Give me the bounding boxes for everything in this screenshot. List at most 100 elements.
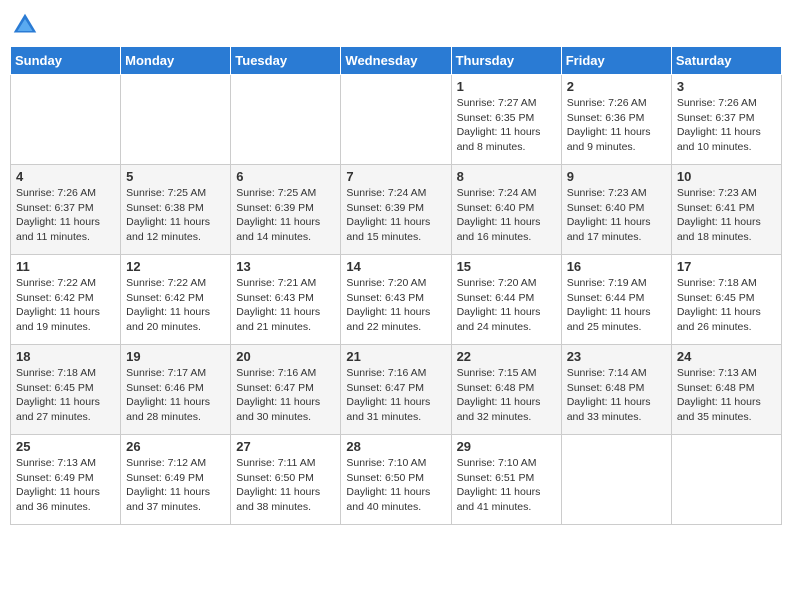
day-info: Sunrise: 7:25 AMSunset: 6:38 PMDaylight:… xyxy=(126,186,225,245)
day-info: Sunrise: 7:22 AMSunset: 6:42 PMDaylight:… xyxy=(126,276,225,335)
day-number: 18 xyxy=(16,349,115,364)
calendar-cell: 6 Sunrise: 7:25 AMSunset: 6:39 PMDaylight… xyxy=(231,165,341,255)
day-info: Sunrise: 7:23 AMSunset: 6:40 PMDaylight:… xyxy=(567,186,666,245)
calendar-cell: 28 Sunrise: 7:10 AMSunset: 6:50 PMDayligh… xyxy=(341,435,451,525)
calendar-cell: 9 Sunrise: 7:23 AMSunset: 6:40 PMDaylight… xyxy=(561,165,671,255)
calendar-table: SundayMondayTuesdayWednesdayThursdayFrid… xyxy=(10,46,782,525)
day-info: Sunrise: 7:10 AMSunset: 6:50 PMDaylight:… xyxy=(346,456,445,515)
calendar-cell: 18 Sunrise: 7:18 AMSunset: 6:45 PMDayligh… xyxy=(11,345,121,435)
day-info: Sunrise: 7:15 AMSunset: 6:48 PMDaylight:… xyxy=(457,366,556,425)
day-number: 7 xyxy=(346,169,445,184)
day-info: Sunrise: 7:20 AMSunset: 6:44 PMDaylight:… xyxy=(457,276,556,335)
calendar-cell: 15 Sunrise: 7:20 AMSunset: 6:44 PMDayligh… xyxy=(451,255,561,345)
day-info: Sunrise: 7:26 AMSunset: 6:36 PMDaylight:… xyxy=(567,96,666,155)
day-info: Sunrise: 7:11 AMSunset: 6:50 PMDaylight:… xyxy=(236,456,335,515)
calendar-cell: 25 Sunrise: 7:13 AMSunset: 6:49 PMDayligh… xyxy=(11,435,121,525)
calendar-cell: 13Sunrise: 7:21 AMSunset: 6:43 PMDayligh… xyxy=(231,255,341,345)
logo-icon xyxy=(10,10,40,40)
calendar-cell: 3 Sunrise: 7:26 AMSunset: 6:37 PMDaylight… xyxy=(671,75,781,165)
day-info: Sunrise: 7:22 AMSunset: 6:42 PMDaylight:… xyxy=(16,276,115,335)
calendar-cell: 27 Sunrise: 7:11 AMSunset: 6:50 PMDayligh… xyxy=(231,435,341,525)
day-number: 16 xyxy=(567,259,666,274)
calendar-week-row: 4 Sunrise: 7:26 AMSunset: 6:37 PMDaylight… xyxy=(11,165,782,255)
day-info: Sunrise: 7:16 AMSunset: 6:47 PMDaylight:… xyxy=(346,366,445,425)
calendar-cell: 22 Sunrise: 7:15 AMSunset: 6:48 PMDayligh… xyxy=(451,345,561,435)
day-number: 25 xyxy=(16,439,115,454)
day-number: 10 xyxy=(677,169,776,184)
calendar-cell: 8 Sunrise: 7:24 AMSunset: 6:40 PMDaylight… xyxy=(451,165,561,255)
calendar-cell: 26 Sunrise: 7:12 AMSunset: 6:49 PMDayligh… xyxy=(121,435,231,525)
day-info: Sunrise: 7:13 AMSunset: 6:49 PMDaylight:… xyxy=(16,456,115,515)
logo xyxy=(10,10,44,40)
calendar-cell: 10 Sunrise: 7:23 AMSunset: 6:41 PMDayligh… xyxy=(671,165,781,255)
day-number: 27 xyxy=(236,439,335,454)
day-info: Sunrise: 7:25 AMSunset: 6:39 PMDaylight:… xyxy=(236,186,335,245)
day-info: Sunrise: 7:18 AMSunset: 6:45 PMDaylight:… xyxy=(16,366,115,425)
calendar-cell: 20Sunrise: 7:16 AMSunset: 6:47 PMDayligh… xyxy=(231,345,341,435)
weekday-header-row: SundayMondayTuesdayWednesdayThursdayFrid… xyxy=(11,47,782,75)
day-info: Sunrise: 7:26 AMSunset: 6:37 PMDaylight:… xyxy=(16,186,115,245)
day-info: Sunrise: 7:20 AMSunset: 6:43 PMDaylight:… xyxy=(346,276,445,335)
day-number: 4 xyxy=(16,169,115,184)
day-number: 22 xyxy=(457,349,556,364)
day-number: 14 xyxy=(346,259,445,274)
calendar-cell: 16 Sunrise: 7:19 AMSunset: 6:44 PMDayligh… xyxy=(561,255,671,345)
calendar-cell xyxy=(561,435,671,525)
day-info: Sunrise: 7:24 AMSunset: 6:40 PMDaylight:… xyxy=(457,186,556,245)
calendar-cell: 23 Sunrise: 7:14 AMSunset: 6:48 PMDayligh… xyxy=(561,345,671,435)
day-info: Sunrise: 7:19 AMSunset: 6:44 PMDaylight:… xyxy=(567,276,666,335)
day-number: 3 xyxy=(677,79,776,94)
day-number: 1 xyxy=(457,79,556,94)
calendar-cell: 24 Sunrise: 7:13 AMSunset: 6:48 PMDayligh… xyxy=(671,345,781,435)
day-number: 20 xyxy=(236,349,335,364)
weekday-header: Friday xyxy=(561,47,671,75)
day-number: 19 xyxy=(126,349,225,364)
calendar-cell: 19 Sunrise: 7:17 AMSunset: 6:46 PMDayligh… xyxy=(121,345,231,435)
calendar-cell xyxy=(341,75,451,165)
day-info: Sunrise: 7:26 AMSunset: 6:37 PMDaylight:… xyxy=(677,96,776,155)
calendar-cell: 11 Sunrise: 7:22 AMSunset: 6:42 PMDayligh… xyxy=(11,255,121,345)
page-header xyxy=(10,10,782,40)
weekday-header: Tuesday xyxy=(231,47,341,75)
calendar-cell: 4 Sunrise: 7:26 AMSunset: 6:37 PMDaylight… xyxy=(11,165,121,255)
day-number: 13 xyxy=(236,259,335,274)
calendar-cell xyxy=(121,75,231,165)
weekday-header: Wednesday xyxy=(341,47,451,75)
day-number: 15 xyxy=(457,259,556,274)
calendar-cell xyxy=(671,435,781,525)
weekday-header: Saturday xyxy=(671,47,781,75)
weekday-header: Monday xyxy=(121,47,231,75)
day-number: 9 xyxy=(567,169,666,184)
day-info: Sunrise: 7:17 AMSunset: 6:46 PMDaylight:… xyxy=(126,366,225,425)
calendar-cell xyxy=(231,75,341,165)
calendar-cell xyxy=(11,75,121,165)
calendar-cell: 1Sunrise: 7:27 AMSunset: 6:35 PMDaylight… xyxy=(451,75,561,165)
day-number: 6 xyxy=(236,169,335,184)
day-number: 26 xyxy=(126,439,225,454)
calendar-week-row: 1Sunrise: 7:27 AMSunset: 6:35 PMDaylight… xyxy=(11,75,782,165)
calendar-week-row: 11 Sunrise: 7:22 AMSunset: 6:42 PMDayligh… xyxy=(11,255,782,345)
day-info: Sunrise: 7:13 AMSunset: 6:48 PMDaylight:… xyxy=(677,366,776,425)
day-number: 12 xyxy=(126,259,225,274)
day-number: 29 xyxy=(457,439,556,454)
calendar-week-row: 25 Sunrise: 7:13 AMSunset: 6:49 PMDayligh… xyxy=(11,435,782,525)
calendar-cell: 5 Sunrise: 7:25 AMSunset: 6:38 PMDaylight… xyxy=(121,165,231,255)
day-number: 24 xyxy=(677,349,776,364)
calendar-cell: 21 Sunrise: 7:16 AMSunset: 6:47 PMDayligh… xyxy=(341,345,451,435)
day-info: Sunrise: 7:12 AMSunset: 6:49 PMDaylight:… xyxy=(126,456,225,515)
day-number: 8 xyxy=(457,169,556,184)
day-number: 23 xyxy=(567,349,666,364)
calendar-cell: 14 Sunrise: 7:20 AMSunset: 6:43 PMDayligh… xyxy=(341,255,451,345)
day-info: Sunrise: 7:14 AMSunset: 6:48 PMDaylight:… xyxy=(567,366,666,425)
weekday-header: Sunday xyxy=(11,47,121,75)
day-number: 5 xyxy=(126,169,225,184)
day-info: Sunrise: 7:10 AMSunset: 6:51 PMDaylight:… xyxy=(457,456,556,515)
calendar-week-row: 18 Sunrise: 7:18 AMSunset: 6:45 PMDayligh… xyxy=(11,345,782,435)
day-number: 28 xyxy=(346,439,445,454)
day-number: 21 xyxy=(346,349,445,364)
day-info: Sunrise: 7:23 AMSunset: 6:41 PMDaylight:… xyxy=(677,186,776,245)
calendar-cell: 7Sunrise: 7:24 AMSunset: 6:39 PMDaylight… xyxy=(341,165,451,255)
day-number: 2 xyxy=(567,79,666,94)
calendar-cell: 12 Sunrise: 7:22 AMSunset: 6:42 PMDayligh… xyxy=(121,255,231,345)
day-number: 11 xyxy=(16,259,115,274)
